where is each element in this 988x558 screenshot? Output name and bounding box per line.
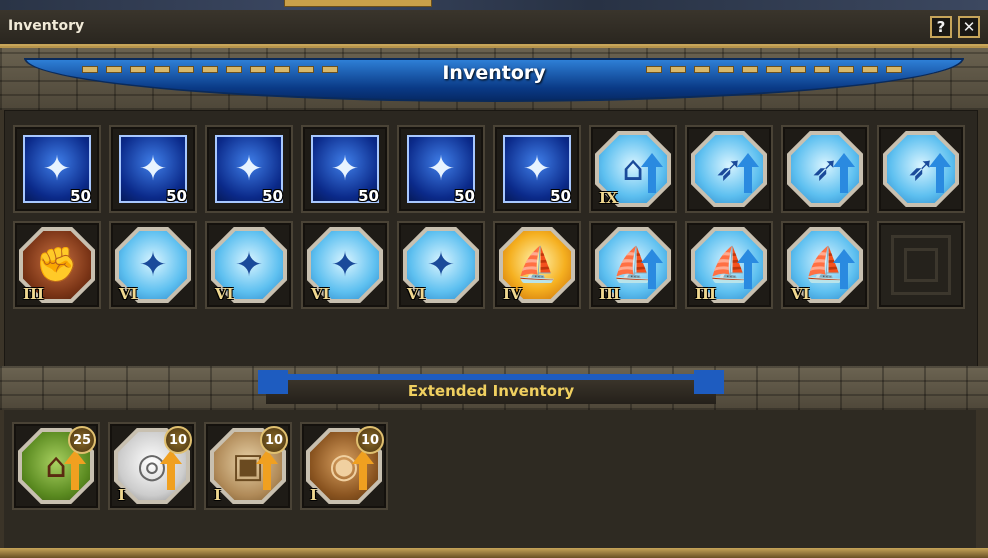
- item-count-badge: 25: [68, 426, 96, 454]
- inventory-slot[interactable]: ⛵ IV: [493, 221, 581, 309]
- inventory-slot[interactable]: ✦ VI: [205, 221, 293, 309]
- inventory-heading: Inventory: [442, 62, 546, 84]
- upgrade-arrow-icon: [641, 249, 663, 289]
- inventory-slot[interactable]: ✦ 50: [13, 125, 101, 213]
- item-quantity: 50: [70, 187, 91, 205]
- extended-inventory-grid: ⌂ 25 ◎ I 10 ▣ I 10 ◉ I 10: [4, 410, 976, 548]
- inventory-window: Inventory ? ✕ Inventory ✦ 50 ✦ 50 ✦ 50 ✦ 50 ✦ 50 ✦…: [0, 10, 988, 558]
- titlebar: Inventory ? ✕: [0, 10, 988, 46]
- upgrade-arrow-icon: [256, 450, 278, 490]
- empty-slot-icon: [891, 235, 951, 295]
- inventory-slot[interactable]: ✦ 50: [493, 125, 581, 213]
- inventory-slot[interactable]: ✦ VI: [397, 221, 485, 309]
- window-title: Inventory: [8, 18, 85, 34]
- item-level: IX: [599, 189, 618, 207]
- ballista-upgrade-icon: ➶: [791, 135, 859, 203]
- inventory-slot[interactable]: ➶: [781, 125, 869, 213]
- game-top-tab: [284, 0, 432, 7]
- item-count-badge: 10: [356, 426, 384, 454]
- inventory-slot[interactable]: ✊ III: [13, 221, 101, 309]
- extended-inventory-heading: Extended Inventory: [407, 382, 575, 400]
- item-level: III: [695, 285, 717, 303]
- inventory-slot[interactable]: ✦ VI: [109, 221, 197, 309]
- inventory-slot[interactable]: ⌂ IX: [589, 125, 677, 213]
- inventory-slot[interactable]: ⛵ VI: [781, 221, 869, 309]
- inventory-slot[interactable]: ◎ I 10: [108, 422, 196, 510]
- inventory-slot[interactable]: ⛵ III: [685, 221, 773, 309]
- inventory-slot[interactable]: ✦ 50: [397, 125, 485, 213]
- upgrade-arrow-icon: [833, 249, 855, 289]
- item-count-badge: 10: [164, 426, 192, 454]
- inventory-slot[interactable]: ✦ 50: [205, 125, 293, 213]
- item-level: I: [118, 486, 126, 504]
- upgrade-arrow-icon: [833, 153, 855, 193]
- item-quantity: 50: [358, 187, 379, 205]
- item-level: VI: [215, 285, 234, 303]
- item-level: III: [23, 285, 45, 303]
- ballista-upgrade-icon: ➶: [695, 135, 763, 203]
- inventory-slot[interactable]: ▣ I 10: [204, 422, 292, 510]
- item-level: VI: [311, 285, 330, 303]
- upgrade-arrow-icon: [737, 153, 759, 193]
- inventory-slot[interactable]: ⛵ III: [589, 221, 677, 309]
- upgrade-arrow-icon: [929, 153, 951, 193]
- window-bottom-border: [0, 548, 988, 558]
- item-level: III: [599, 285, 621, 303]
- item-level: IV: [503, 285, 522, 303]
- ballista-upgrade-icon: ➶: [887, 135, 955, 203]
- item-quantity: 50: [454, 187, 475, 205]
- inventory-slot[interactable]: ✦ 50: [109, 125, 197, 213]
- item-count-badge: 10: [260, 426, 288, 454]
- inventory-slot[interactable]: ◉ I 10: [300, 422, 388, 510]
- upgrade-arrow-icon: [64, 450, 86, 490]
- item-level: I: [310, 486, 318, 504]
- inventory-slot[interactable]: ➶: [877, 125, 965, 213]
- item-level: VI: [119, 285, 138, 303]
- item-quantity: 50: [262, 187, 283, 205]
- inventory-grid: ✦ 50 ✦ 50 ✦ 50 ✦ 50 ✦ 50 ✦ 50 ⌂ IX ➶ ➶ ➶ ✊ III ✦ VI ✦ VI ✦ VI ✦ VI…: [4, 110, 978, 368]
- upgrade-arrow-icon: [737, 249, 759, 289]
- item-level: VI: [791, 285, 810, 303]
- upgrade-arrow-icon: [352, 450, 374, 490]
- inventory-slot[interactable]: ⌂ 25: [12, 422, 100, 510]
- extended-inventory-banner: Extended Inventory: [258, 370, 724, 404]
- help-button[interactable]: ?: [930, 16, 952, 38]
- item-quantity: 50: [550, 187, 571, 205]
- close-button[interactable]: ✕: [958, 16, 980, 38]
- upgrade-arrow-icon: [160, 450, 182, 490]
- item-level: I: [214, 486, 222, 504]
- inventory-slot[interactable]: ✦ VI: [301, 221, 389, 309]
- item-quantity: 50: [166, 187, 187, 205]
- empty-inventory-slot[interactable]: [877, 221, 965, 309]
- inventory-frame: Inventory ✦ 50 ✦ 50 ✦ 50 ✦ 50 ✦ 50 ✦ 50 ⌂ IX ➶ ➶ ➶ ✊ III ✦ V…: [0, 46, 988, 558]
- upgrade-arrow-icon: [641, 153, 663, 193]
- inventory-slot[interactable]: ➶: [685, 125, 773, 213]
- inventory-slot[interactable]: ✦ 50: [301, 125, 389, 213]
- item-level: VI: [407, 285, 426, 303]
